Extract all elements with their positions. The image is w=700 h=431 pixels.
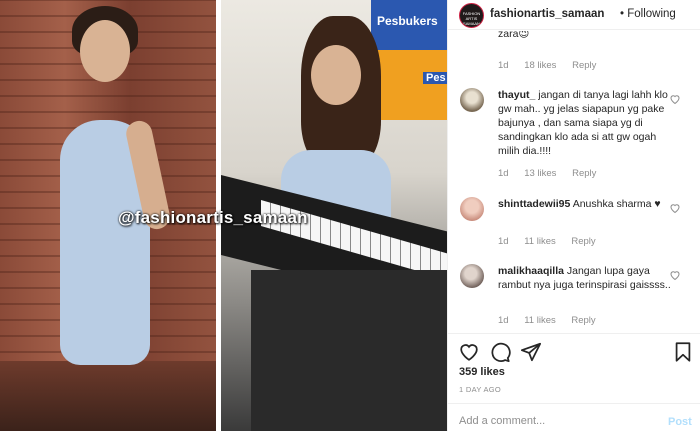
comment: shinttadewii95 Anushka sharma ♥ — [498, 197, 673, 211]
post-header: FASHION ARTIS SAMAAN fashionartis_samaan… — [448, 0, 700, 30]
comment-icon[interactable] — [489, 341, 511, 363]
reply-button[interactable]: Reply — [571, 236, 595, 247]
follow-status[interactable]: • Following — [620, 8, 676, 20]
post-image[interactable]: Pesbukers Pes @fashionartis_samaan — [0, 0, 447, 431]
comment-likes[interactable]: 18 likes — [524, 60, 556, 71]
comment: thayut_ jangan di tanya lagi lahh klo gw… — [498, 88, 673, 158]
post-button[interactable]: Post — [668, 416, 692, 428]
reply-button[interactable]: Reply — [572, 60, 596, 71]
reply-button[interactable]: Reply — [572, 168, 596, 179]
comment-meta: 1d 11 likes Reply — [498, 315, 609, 326]
likes-count[interactable]: 359 likes — [459, 366, 505, 378]
heart-icon[interactable] — [458, 341, 480, 363]
sign-text: Pesbukers — [377, 14, 438, 28]
action-bar — [448, 333, 700, 368]
profile-username[interactable]: fashionartis_samaan — [490, 8, 604, 20]
heart-icon[interactable] — [669, 93, 681, 105]
post-sidebar: FASHION ARTIS SAMAAN fashionartis_samaan… — [448, 0, 700, 431]
avatar[interactable] — [460, 88, 484, 112]
comment-text: zara😉 — [498, 31, 530, 40]
sign-text-partial: Pes — [423, 72, 447, 84]
avatar[interactable] — [460, 197, 484, 221]
comment-likes[interactable]: 11 likes — [524, 315, 556, 326]
comment: malikhaaqilla Jangan lupa gaya rambut ny… — [498, 264, 673, 292]
floor — [0, 361, 216, 431]
comment-likes[interactable]: 11 likes — [524, 236, 556, 247]
following-label: Following — [627, 8, 676, 20]
comment-time: 1d — [498, 236, 509, 247]
comment-text: Anushka sharma ♥ — [572, 198, 661, 210]
heart-icon[interactable] — [669, 269, 681, 281]
add-comment-bar: Post — [448, 403, 700, 431]
comment-username[interactable]: thayut_ — [498, 89, 535, 101]
comment-meta: 1d 18 likes Reply — [498, 60, 609, 71]
face — [80, 20, 130, 82]
comment-list[interactable]: zara😉 1d 18 likes Reply thayut_ jangan d… — [448, 31, 700, 333]
comment-username[interactable]: shinttadewii95 — [498, 198, 570, 210]
comment-username[interactable]: malikhaaqilla — [498, 265, 564, 277]
comment-time: 1d — [498, 315, 509, 326]
avatar[interactable] — [460, 264, 484, 288]
avatar-logo-text: FASHION ARTIS SAMAAN — [462, 11, 481, 26]
post-timestamp: 1 DAY AGO — [459, 385, 502, 394]
bookmark-icon[interactable] — [672, 341, 694, 363]
heart-icon[interactable] — [669, 202, 681, 214]
separator-dot: • — [620, 8, 625, 20]
share-icon[interactable] — [520, 341, 542, 363]
keyboard-stand — [251, 270, 447, 431]
face — [311, 45, 361, 105]
comment-time: 1d — [498, 60, 509, 71]
comment-likes[interactable]: 13 likes — [524, 168, 556, 179]
watermark-text: @fashionartis_samaan — [118, 208, 308, 227]
comment-input[interactable] — [459, 415, 649, 427]
comment-meta: 1d 13 likes Reply — [498, 168, 609, 179]
comment-time: 1d — [498, 168, 509, 179]
profile-avatar[interactable]: FASHION ARTIS SAMAAN — [459, 3, 484, 28]
comment-meta: 1d 11 likes Reply — [498, 236, 609, 247]
reply-button[interactable]: Reply — [571, 315, 595, 326]
